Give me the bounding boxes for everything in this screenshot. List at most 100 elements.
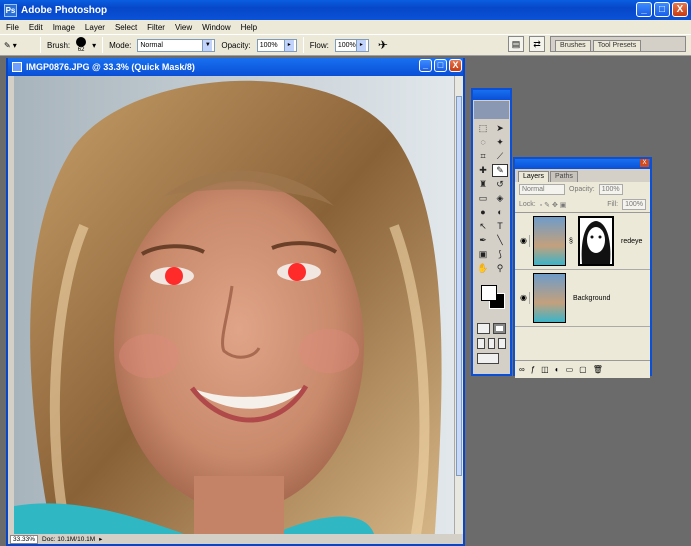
zoom-level[interactable]: 33.33%	[10, 534, 39, 544]
document-titlebar[interactable]: IMGP0876.JPG @ 33.3% (Quick Mask/8) _ □ …	[8, 58, 463, 76]
mode-select[interactable]: Normal ▼	[137, 38, 216, 52]
menu-file[interactable]: File	[6, 23, 19, 32]
slice-tool-icon[interactable]: ⟋	[492, 150, 508, 163]
marquee-tool-icon[interactable]: ⬚	[475, 122, 491, 135]
fill-field[interactable]: 100%	[622, 199, 646, 210]
chevron-right-icon: ▸	[283, 39, 294, 51]
opacity-field[interactable]: 100% ▸	[256, 38, 297, 52]
layer-row[interactable]: ◉ Background	[515, 270, 650, 327]
maximize-button[interactable]: □	[654, 2, 670, 17]
link-icon[interactable]: §	[569, 238, 575, 245]
zoom-tool-icon[interactable]: ⚲	[492, 262, 508, 275]
line-tool-icon[interactable]: ╲	[492, 234, 508, 247]
add-mask-icon[interactable]: ◫	[541, 365, 549, 374]
layer-name: redeye	[621, 237, 643, 245]
layer-row[interactable]: ◉ § redeye	[515, 213, 650, 270]
eye-icon[interactable]: ◉	[518, 235, 530, 247]
menu-edit[interactable]: Edit	[29, 23, 43, 32]
layer-mask-thumbnail[interactable]	[578, 216, 614, 266]
layer-thumbnail	[533, 273, 566, 323]
hand-tool-icon[interactable]: ✋	[475, 262, 491, 275]
minimize-button[interactable]: _	[419, 59, 432, 72]
new-group-icon[interactable]: ▭	[566, 365, 574, 374]
type-tool-icon[interactable]: T	[492, 220, 508, 233]
eyedropper-icon[interactable]: ⟆	[492, 248, 508, 261]
close-button[interactable]: X	[449, 59, 462, 72]
layer-opacity-field[interactable]: 100%	[598, 184, 623, 195]
menu-view[interactable]: View	[175, 23, 192, 32]
quick-mask-mode-button[interactable]	[493, 323, 506, 334]
chevron-down-icon[interactable]: ▾	[92, 41, 96, 50]
crop-tool-icon[interactable]: ⌗	[475, 150, 491, 163]
maximize-button[interactable]: □	[434, 59, 447, 72]
tool-grid: ⬚ ➤ ◌ ✦ ⌗ ⟋ ✚ ✎ ♜ ↺ ▭ ◈ ● ◐ ↖ T ✒ ╲ ▣ ⟆ …	[473, 120, 510, 277]
brush-tip-icon	[76, 37, 87, 47]
layers-lock-row: Lock: ▫ ✎ ✥ ▣ Fill: 100%	[515, 197, 650, 212]
healing-brush-icon[interactable]: ✚	[475, 164, 491, 177]
layer-name: Background	[573, 294, 611, 302]
history-brush-icon[interactable]: ↺	[492, 178, 508, 191]
new-layer-icon[interactable]: ▢	[579, 365, 587, 374]
chevron-right-icon[interactable]: ▸	[99, 535, 102, 543]
trash-icon[interactable]: 🗑	[593, 365, 603, 374]
tab-layers[interactable]: Layers	[518, 171, 550, 182]
close-icon[interactable]: X	[640, 159, 649, 167]
file-browser-icon[interactable]: ▤	[508, 36, 524, 52]
link-layers-icon[interactable]: ∞	[519, 365, 525, 374]
go-to-imageready-icon[interactable]: ⇄	[529, 36, 545, 52]
notes-tool-icon[interactable]: ▣	[475, 248, 491, 261]
standard-screen-button[interactable]	[477, 338, 485, 349]
blend-mode-select[interactable]: Normal	[519, 184, 565, 195]
lock-icons[interactable]: ▫ ✎ ✥ ▣	[540, 201, 567, 209]
adjustment-layer-icon[interactable]: ◐	[555, 365, 560, 374]
paint-bucket-icon[interactable]: ◈	[492, 192, 508, 205]
minimize-button[interactable]: _	[636, 2, 652, 17]
clone-stamp-icon[interactable]: ♜	[475, 178, 491, 191]
airbrush-icon[interactable]: ✈	[375, 37, 391, 53]
app-titlebar: Ps Adobe Photoshop _ □ X	[0, 0, 691, 20]
vertical-scrollbar[interactable]	[454, 76, 463, 534]
blur-tool-icon[interactable]: ●	[475, 206, 491, 219]
photoshop-logo	[474, 101, 509, 119]
layers-palette: X Layers Paths Normal Opacity: 100% Lock…	[513, 157, 652, 378]
image-canvas[interactable]	[14, 76, 457, 534]
menu-layer[interactable]: Layer	[85, 23, 105, 32]
layers-titlebar[interactable]: X	[515, 159, 650, 169]
menu-image[interactable]: Image	[53, 23, 75, 32]
path-selection-icon[interactable]: ↖	[475, 220, 491, 233]
well-tab-brushes[interactable]: Brushes	[555, 40, 591, 51]
edit-in-imageready-button[interactable]	[477, 353, 499, 364]
eye-icon[interactable]: ◉	[518, 292, 530, 304]
document-window-controls: _ □ X	[419, 59, 462, 72]
brush-picker[interactable]: 62	[76, 37, 87, 53]
document-window: IMGP0876.JPG @ 33.3% (Quick Mask/8) _ □ …	[6, 58, 465, 546]
eraser-tool-icon[interactable]: ▭	[475, 192, 491, 205]
toolbox-titlebar[interactable]	[473, 90, 510, 100]
standard-mode-button[interactable]	[477, 323, 490, 334]
divider	[102, 37, 104, 53]
well-tab-tool-presets[interactable]: Tool Presets	[592, 40, 642, 51]
layer-style-icon[interactable]: ƒ	[531, 365, 535, 374]
divider	[302, 37, 304, 53]
menu-window[interactable]: Window	[202, 23, 230, 32]
menu-filter[interactable]: Filter	[147, 23, 165, 32]
full-screen-button[interactable]	[498, 338, 507, 349]
pen-tool-icon[interactable]: ✒	[475, 234, 491, 247]
menu-select[interactable]: Select	[115, 23, 137, 32]
lasso-tool-icon[interactable]: ◌	[475, 136, 491, 149]
menu-help[interactable]: Help	[241, 23, 257, 32]
fill-label: Fill:	[607, 201, 619, 208]
scrollbar-thumb[interactable]	[456, 96, 462, 476]
brush-tool-icon[interactable]: ✎	[492, 164, 508, 177]
close-button[interactable]: X	[672, 2, 688, 17]
flow-value: 100%	[337, 41, 356, 49]
tab-paths[interactable]: Paths	[550, 171, 578, 182]
magic-wand-icon[interactable]: ✦	[492, 136, 508, 149]
flow-field[interactable]: 100% ▸	[334, 38, 369, 52]
move-tool-icon[interactable]: ➤	[492, 122, 508, 135]
full-screen-menu-button[interactable]	[487, 338, 496, 349]
tool-preset-picker[interactable]: ✎ ▾	[4, 37, 34, 53]
dodge-tool-icon[interactable]: ◐	[492, 206, 508, 219]
flow-label: Flow:	[309, 40, 329, 50]
foreground-color[interactable]	[481, 285, 497, 301]
